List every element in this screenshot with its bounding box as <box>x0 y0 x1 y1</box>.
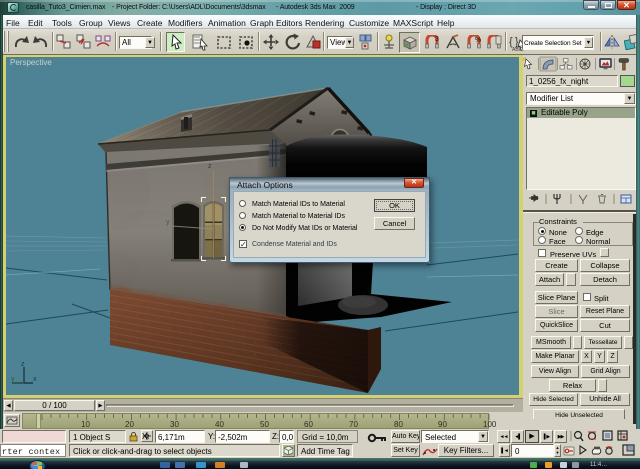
svg-text:y: y <box>11 376 15 383</box>
svg-text:3: 3 <box>435 36 439 43</box>
svg-text:100: 100 <box>483 420 497 429</box>
svg-text:10: 10 <box>81 420 90 429</box>
svg-text:60: 60 <box>304 420 313 429</box>
svg-text:x: x <box>33 376 37 383</box>
svg-text:80: 80 <box>394 420 403 429</box>
svg-text:40: 40 <box>215 420 224 429</box>
svg-text:y: y <box>166 219 170 226</box>
svg-text:%: % <box>475 37 481 44</box>
svg-text:z: z <box>21 361 25 368</box>
svg-text:20: 20 <box>125 420 134 429</box>
svg-text:90: 90 <box>438 420 447 429</box>
svg-text:z: z <box>208 163 212 170</box>
svg-text:50: 50 <box>260 420 269 429</box>
svg-text:70: 70 <box>349 420 358 429</box>
svg-text:30: 30 <box>170 420 179 429</box>
